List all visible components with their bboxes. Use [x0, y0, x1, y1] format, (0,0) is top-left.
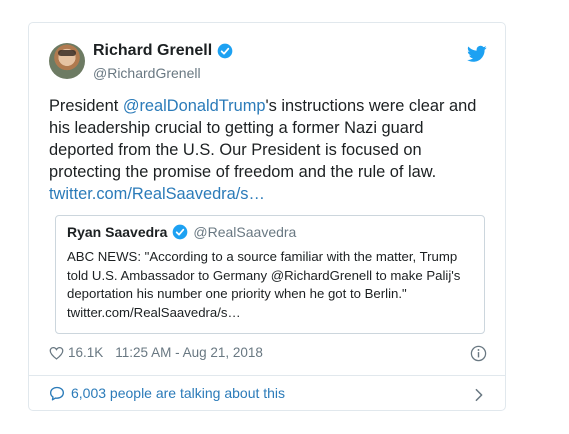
author-avatar[interactable]: [49, 43, 85, 79]
tweet-mention-link[interactable]: @realDonaldTrump: [123, 97, 266, 115]
info-icon[interactable]: [470, 345, 487, 362]
chevron-right-icon[interactable]: [474, 388, 484, 402]
tweet-meta-row: 16.1K 11:25 AM - Aug 21, 2018: [49, 345, 263, 360]
quoted-author-handle: @RealSaavedra: [193, 224, 297, 240]
heart-icon[interactable]: [49, 346, 64, 360]
quoted-tweet[interactable]: Ryan Saavedra @RealSaavedra ABC NEWS: "A…: [55, 215, 485, 334]
quoted-tweet-header: Ryan Saavedra @RealSaavedra: [67, 224, 296, 240]
conversation-count-text[interactable]: 6,003 people are talking about this: [71, 385, 285, 401]
twitter-bird-icon[interactable]: [467, 45, 487, 63]
conversation-link[interactable]: 6,003 people are talking about this: [49, 385, 285, 401]
tweet-text-before: President: [49, 97, 123, 115]
quoted-author-name: Ryan Saavedra: [67, 224, 168, 240]
chat-bubble-icon: [50, 386, 64, 401]
like-count[interactable]: 16.1K: [68, 345, 103, 360]
author-name-row[interactable]: Richard Grenell: [93, 42, 233, 60]
tweet-url-link[interactable]: twitter.com/RealSaavedra/s…: [49, 185, 265, 203]
embedded-tweet-card[interactable]: Richard Grenell @RichardGrenell Presiden…: [28, 22, 506, 411]
author-name[interactable]: Richard Grenell: [93, 42, 212, 60]
author-handle[interactable]: @RichardGrenell: [93, 65, 201, 81]
footer-divider: [29, 375, 505, 376]
tweet-text: President @realDonaldTrump's instruction…: [49, 95, 489, 205]
quoted-tweet-text: ABC NEWS: "According to a source familia…: [67, 249, 461, 320]
verified-badge-icon: [217, 43, 233, 59]
verified-badge-icon: [173, 224, 188, 240]
tweet-timestamp[interactable]: 11:25 AM - Aug 21, 2018: [115, 345, 263, 360]
